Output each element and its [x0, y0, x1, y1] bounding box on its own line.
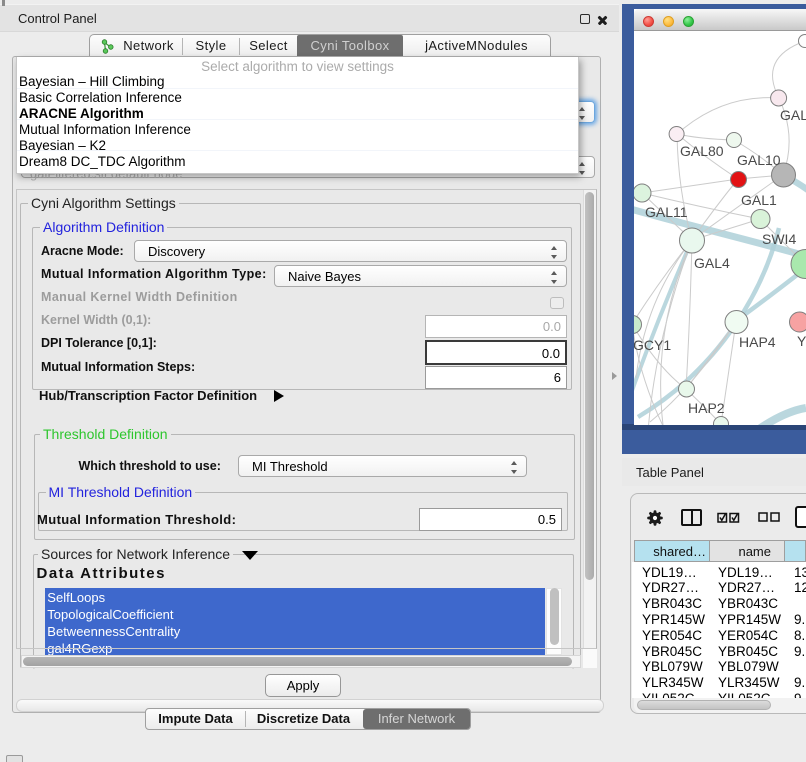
svg-text:SWI4: SWI4	[762, 231, 796, 247]
svg-text:HAP2: HAP2	[688, 400, 725, 416]
svg-text:GAL11: GAL11	[645, 204, 688, 220]
svg-text:GAL1: GAL1	[741, 192, 777, 208]
svg-text:Y: Y	[797, 333, 806, 349]
svg-text:GAL2: GAL2	[780, 107, 806, 123]
svg-text:GAL80: GAL80	[680, 143, 724, 159]
svg-text:GAL4: GAL4	[694, 255, 730, 271]
svg-text:HAP4: HAP4	[739, 334, 776, 350]
svg-text:GAL10: GAL10	[737, 152, 781, 168]
svg-text:GCY1: GCY1	[634, 337, 671, 353]
